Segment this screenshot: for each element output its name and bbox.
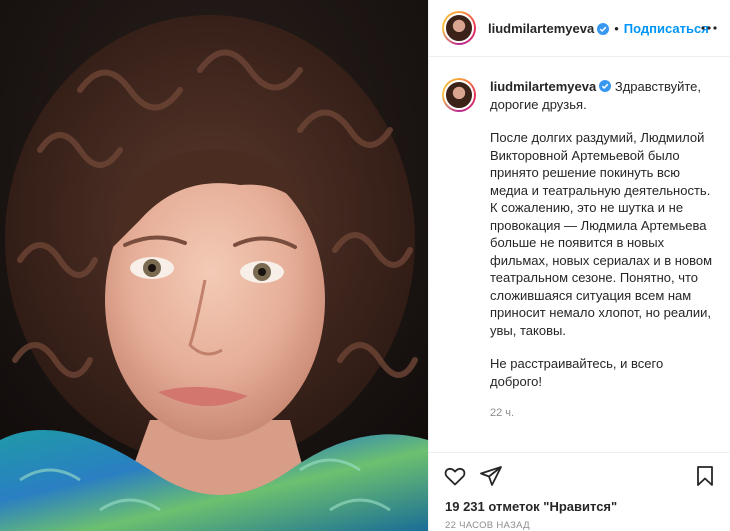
verified-badge-icon bbox=[599, 79, 612, 92]
bookmark-icon[interactable] bbox=[693, 464, 717, 488]
author-avatar[interactable] bbox=[442, 11, 476, 45]
caption-username[interactable]: liudmilartemyeva bbox=[490, 79, 596, 94]
post-actions: 19 231 отметок "Нравится" 22 ЧАСОВ НАЗАД bbox=[429, 452, 730, 531]
heart-icon[interactable] bbox=[443, 464, 467, 488]
likes-count[interactable]: 19 231 отметок "Нравится" bbox=[445, 499, 617, 514]
post-header: liudmilartemyeva • Подписаться bbox=[429, 0, 730, 57]
follow-button[interactable]: Подписаться bbox=[624, 21, 709, 36]
author-username[interactable]: liudmilartemyeva bbox=[488, 21, 594, 36]
caption-body: liudmilartemyeva Здравствуйте, дорогие д… bbox=[490, 78, 714, 423]
caption-closing: Не расстраивайтесь, и всего доброго! bbox=[490, 356, 664, 389]
more-options-icon[interactable] bbox=[699, 20, 719, 36]
caption-avatar[interactable] bbox=[442, 78, 476, 112]
post-photo[interactable] bbox=[0, 0, 428, 531]
post-side-panel: liudmilartemyeva • Подписаться liudmilar… bbox=[428, 0, 730, 531]
caption-time[interactable]: 22 ч. bbox=[490, 405, 714, 423]
posted-time[interactable]: 22 ЧАСОВ НАЗАД bbox=[445, 520, 530, 531]
post-caption: liudmilartemyeva Здравствуйте, дорогие д… bbox=[442, 78, 722, 423]
verified-badge-icon bbox=[597, 22, 610, 35]
separator-dot: • bbox=[614, 20, 619, 36]
caption-paragraph: После долгих раздумий, Людмилой Викторов… bbox=[490, 130, 713, 338]
portrait-image bbox=[0, 0, 428, 531]
paper-plane-icon[interactable] bbox=[479, 464, 503, 488]
